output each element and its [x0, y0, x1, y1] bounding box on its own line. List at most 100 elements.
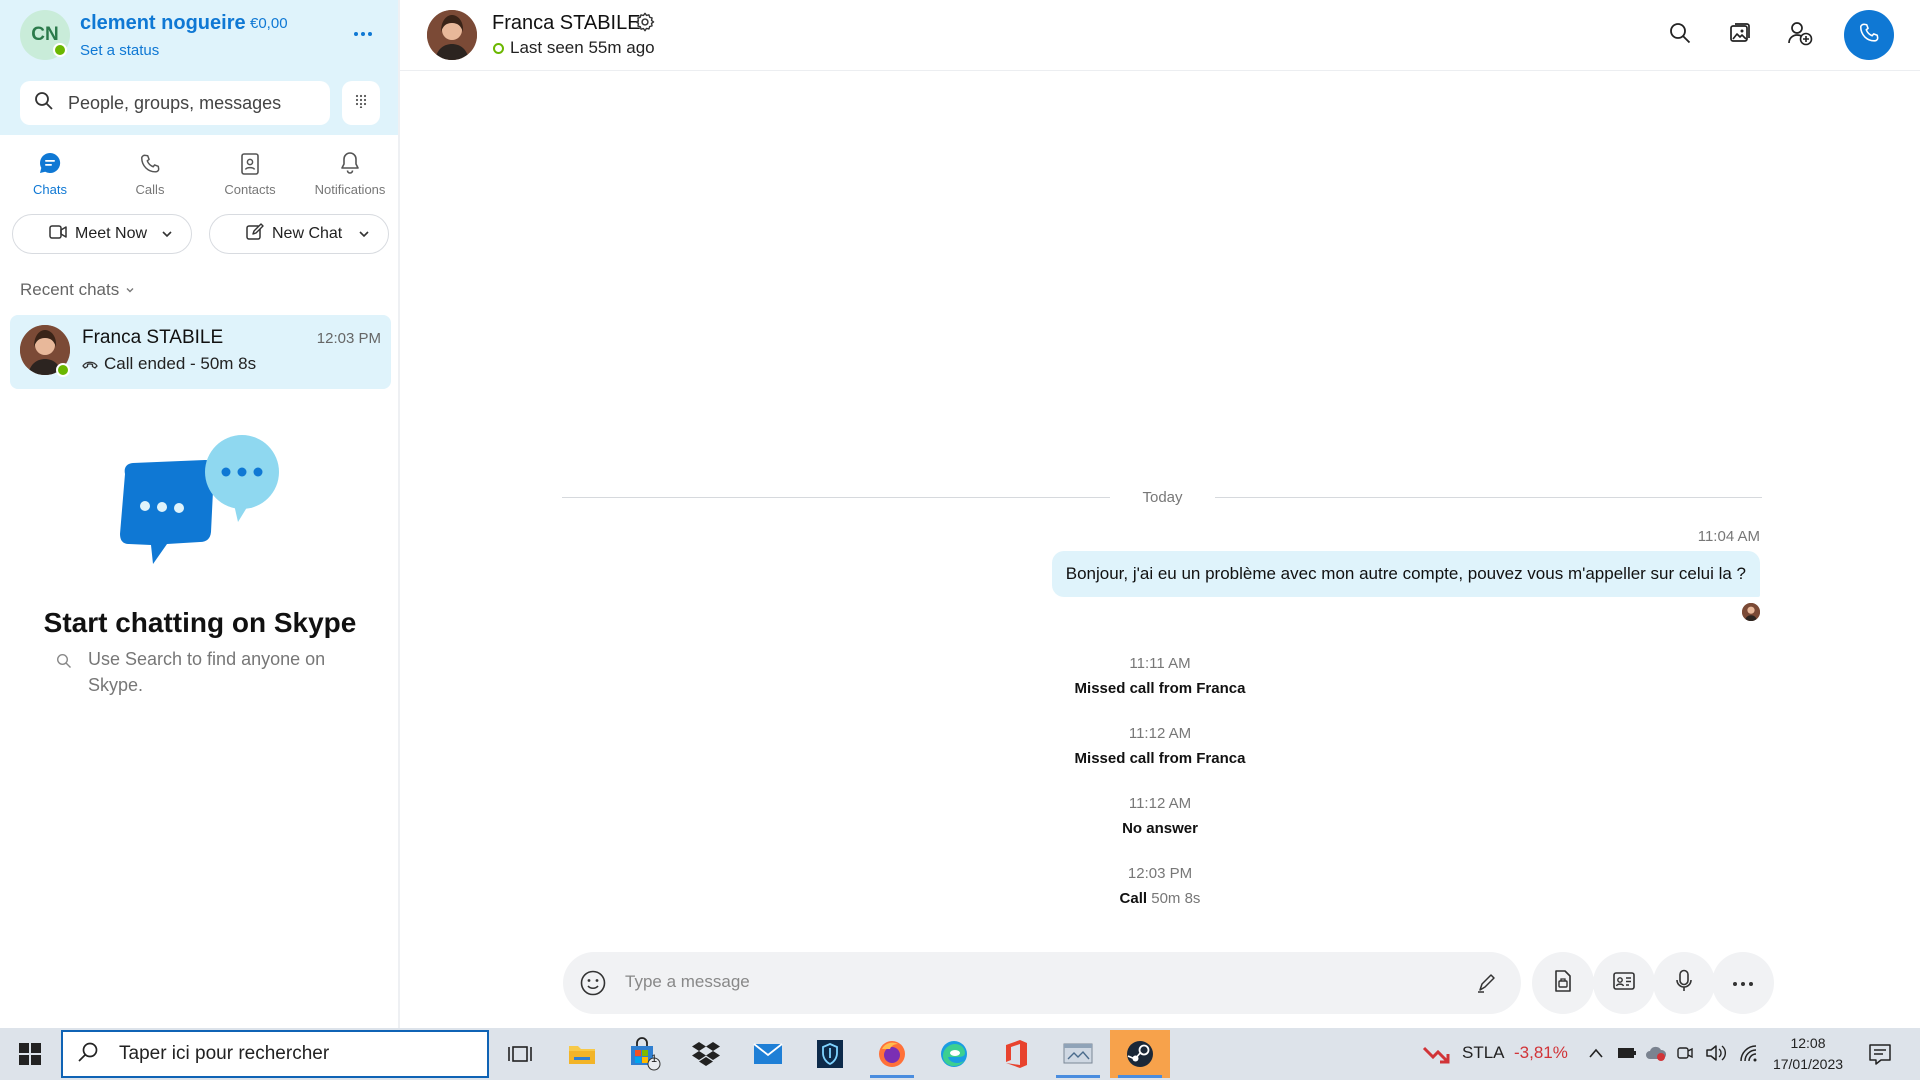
dropbox-icon[interactable] [676, 1030, 736, 1078]
call-event: 12:03 PM Call 50m 8s [960, 865, 1360, 907]
call-event-time: 11:12 AM [1128, 725, 1192, 742]
profile-avatar[interactable]: CN [20, 10, 70, 60]
microsoft-store-icon[interactable]: 1 [614, 1030, 674, 1078]
format-pen-icon[interactable] [1475, 971, 1499, 1000]
vpn-shield-icon[interactable] [800, 1030, 860, 1078]
new-chat-button[interactable]: New Chat [209, 214, 389, 254]
conversation-pane: Franca STABILE Last seen 55m ago Today 1… [400, 0, 1920, 1028]
conversation-header: Franca STABILE Last seen 55m ago [400, 0, 1920, 71]
call-duration: 50m 8s [1151, 890, 1201, 907]
more-options-icon [1732, 974, 1754, 992]
phone-icon [1858, 22, 1880, 49]
presence-away-indicator [493, 42, 504, 54]
message-timestamp: 11:04 AM [1697, 528, 1760, 545]
new-chat-label: New Chat [272, 225, 343, 242]
chevron-down-icon [125, 280, 135, 300]
emoji-icon[interactable] [579, 969, 607, 1002]
chat-bubbles-illustration [115, 432, 285, 582]
wifi-icon[interactable] [1738, 1043, 1758, 1068]
tab-chats[interactable]: Chats [0, 150, 100, 197]
meet-now-button[interactable]: Meet Now [12, 214, 192, 254]
chevron-down-icon [358, 227, 370, 245]
message-bubble[interactable]: Bonjour, j'ai eu un problème avec mon au… [1051, 551, 1760, 597]
chat-contact-name: Franca STABILE [82, 327, 224, 348]
dialpad-button[interactable] [342, 81, 380, 125]
share-contact-button[interactable] [1593, 952, 1655, 1014]
task-view-icon[interactable] [490, 1030, 550, 1078]
battery-icon[interactable] [1617, 1044, 1637, 1065]
taskbar-search-placeholder: Taper ici pour rechercher [119, 1043, 330, 1064]
share-file-button[interactable] [1532, 952, 1594, 1014]
gallery-button[interactable] [1719, 14, 1761, 56]
call-event-text: Call [1119, 890, 1148, 907]
skype-credit[interactable]: €0,00 [250, 15, 288, 32]
add-participant-button[interactable] [1779, 14, 1821, 56]
search-conversation-button[interactable] [1659, 14, 1701, 56]
file-icon [1552, 969, 1574, 998]
call-event-time: 12:03 PM [1127, 865, 1193, 882]
chevron-down-icon [161, 227, 173, 245]
audio-call-button[interactable] [1844, 10, 1894, 60]
windows-taskbar: Taper ici pour rechercher 1 STLA -3,81% [0, 1028, 1920, 1080]
compose-icon [246, 222, 264, 246]
call-event-text: Missed call from Franca [1074, 680, 1246, 697]
tab-notifications[interactable]: Notifications [300, 150, 400, 197]
bell-icon [339, 151, 361, 178]
profile-name[interactable]: clement nogueire [80, 12, 246, 35]
people-search-input[interactable]: People, groups, messages [20, 81, 330, 125]
windows-start-icon[interactable] [18, 1042, 42, 1071]
steam-icon[interactable] [1110, 1030, 1170, 1078]
chevron-up-icon[interactable] [1588, 1046, 1604, 1064]
search-placeholder: People, groups, messages [68, 92, 282, 113]
search-icon [34, 91, 54, 116]
phone-icon [139, 153, 161, 178]
call-event-summary: Call 50m 8s [960, 890, 1360, 907]
more-composer-options-button[interactable] [1712, 952, 1774, 1014]
recent-chats-toggle[interactable]: Recent chats [20, 280, 135, 300]
clock-time: 12:08 [1790, 1035, 1826, 1051]
mail-icon[interactable] [738, 1030, 798, 1078]
contact-avatar[interactable] [427, 10, 477, 60]
presence-online-indicator [53, 43, 67, 57]
voice-message-button[interactable] [1653, 952, 1715, 1014]
set-status-link[interactable]: Set a status [80, 42, 159, 59]
presence-online-indicator [56, 363, 70, 377]
gear-icon[interactable] [634, 11, 656, 38]
volume-icon[interactable] [1705, 1043, 1727, 1068]
taskbar-search-input[interactable]: Taper ici pour rechercher [61, 1030, 489, 1078]
sidebar: CN clement nogueire €0,00 Set a status P… [0, 0, 400, 1028]
main-nav: Chats Calls Contacts Notifications [0, 150, 400, 200]
contact-name[interactable]: Franca STABILE [492, 12, 641, 35]
call-ended-icon [82, 354, 98, 374]
file-explorer-icon[interactable] [552, 1030, 612, 1078]
list-item[interactable]: Franca STABILE 12:03 PM Call ended - 50m… [10, 315, 391, 389]
edge-browser-icon[interactable] [924, 1030, 984, 1078]
office-icon[interactable] [986, 1030, 1046, 1078]
taskbar-clock[interactable]: 12:08 17/01/2023 [1768, 1033, 1848, 1075]
call-event-time: 11:11 AM [1129, 655, 1191, 672]
desktop-app-icon[interactable] [1048, 1030, 1108, 1078]
tab-calls[interactable]: Calls [100, 150, 200, 197]
tab-contacts[interactable]: Contacts [200, 150, 300, 197]
empty-state-hint: Use Search to find anyone on Skype. [56, 646, 356, 698]
gallery-icon [1728, 21, 1752, 50]
dialpad-icon [354, 94, 368, 113]
search-icon [56, 650, 72, 676]
firefox-icon[interactable] [862, 1030, 922, 1078]
add-person-icon [1787, 20, 1813, 51]
stock-ticker[interactable]: STLA [1462, 1043, 1505, 1063]
message-placeholder: Type a message [625, 972, 750, 991]
message-input[interactable]: Type a message [563, 952, 1521, 1014]
cloud-sync-icon[interactable] [1645, 1044, 1667, 1067]
microphone-icon [1675, 969, 1693, 998]
last-seen-status: Last seen 55m ago [493, 38, 655, 58]
tab-notifications-label: Notifications [314, 182, 386, 197]
profile-initials: CN [31, 24, 59, 45]
notification-center-icon[interactable] [1868, 1042, 1892, 1071]
chat-icon [38, 151, 62, 178]
meet-now-tray-icon[interactable] [1676, 1043, 1694, 1068]
more-options-icon[interactable] [350, 20, 376, 46]
stock-change[interactable]: -3,81% [1514, 1043, 1568, 1063]
day-separator: Today [1110, 489, 1215, 506]
contacts-icon [240, 153, 260, 178]
